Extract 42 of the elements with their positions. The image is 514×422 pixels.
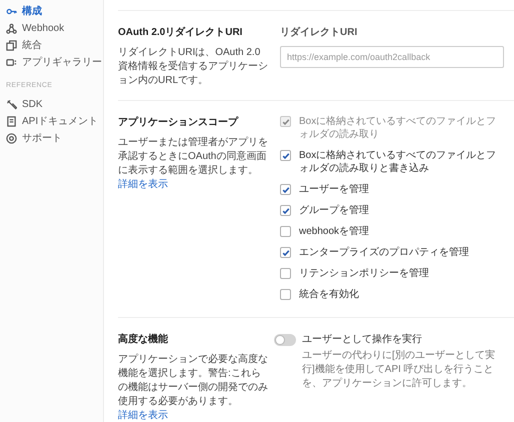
scope-label: Boxに格納されているすべてのファイルとフォルダの読み取り bbox=[299, 115, 498, 141]
toggle-description: ユーザーの代わりに[別のユーザーとして実行]機能を使用してAPI 呼び出しを行うことを、アプリケーションに許可します。 bbox=[302, 349, 496, 391]
redirect-uri-field[interactable]: https://example.com/oauth2callback bbox=[280, 46, 504, 68]
sidebar-item[interactable]: APIドキュメント bbox=[6, 112, 103, 130]
field-label: リダイレクトURI bbox=[280, 26, 358, 40]
checkbox[interactable] bbox=[280, 268, 291, 279]
help-icon bbox=[6, 132, 17, 144]
sidebar-item[interactable]: Webhook bbox=[6, 20, 103, 37]
section-title: アプリケーションスコープ bbox=[118, 115, 240, 130]
gallery-icon bbox=[6, 57, 17, 68]
checkbox[interactable] bbox=[280, 289, 291, 300]
sidebar-item[interactable]: 統合 bbox=[6, 37, 103, 54]
sidebar-item[interactable]: サポート bbox=[6, 130, 103, 146]
scope-label: 統合を有効化 bbox=[299, 288, 360, 301]
checkbox[interactable] bbox=[280, 247, 291, 258]
section-description: アプリケーションで必要な高度な機能を選択します。警告:これらの機能はサーバー側の開発でのみ使用する必要があります。 詳細を表示 bbox=[118, 353, 269, 422]
toggle-label: ユーザーとして操作を実行 bbox=[302, 332, 422, 347]
section-description: リダイレクトURIは、OAuth 2.0資格情報を受信するアプリケーション内のURLです。 bbox=[118, 46, 269, 88]
sidebar-item[interactable]: 構成 bbox=[6, 3, 103, 20]
section-title: 高度な機能 bbox=[118, 332, 169, 347]
sidebar-item[interactable]: アプリギャラリー bbox=[6, 54, 103, 71]
key-icon bbox=[6, 6, 17, 17]
details-link[interactable]: 詳細を表示 bbox=[118, 410, 168, 421]
copy-icon bbox=[6, 40, 17, 51]
document-icon bbox=[6, 116, 17, 126]
details-link[interactable]: 詳細を表示 bbox=[118, 179, 168, 190]
wrench-icon bbox=[6, 98, 17, 110]
webhook-icon bbox=[6, 23, 17, 34]
section-description: ユーザーまたは管理者がアプリを承認するときにOAuthの同意画面に表示する範囲を選択します。 詳細を表示 bbox=[118, 136, 269, 192]
toggle-switch[interactable] bbox=[274, 334, 296, 346]
scope-label: リテンションポリシーを管理 bbox=[299, 267, 430, 280]
scope-label: Boxに格納されているすべてのファイルとフォルダの読み取りと書き込み bbox=[299, 149, 498, 175]
scope-label: webhookを管理 bbox=[299, 225, 370, 238]
scope-label: ユーザーを管理 bbox=[299, 183, 370, 196]
sidebar-item[interactable]: SDK bbox=[6, 96, 103, 112]
checkbox[interactable] bbox=[280, 150, 291, 161]
scope-label: エンタープライズのプロパティを管理 bbox=[299, 246, 470, 259]
checkbox[interactable] bbox=[280, 226, 291, 237]
checkbox[interactable] bbox=[280, 205, 291, 216]
section-title: OAuth 2.0リダイレクトURI bbox=[118, 26, 244, 40]
scope-label: グループを管理 bbox=[299, 204, 370, 217]
checkbox[interactable] bbox=[280, 184, 291, 195]
